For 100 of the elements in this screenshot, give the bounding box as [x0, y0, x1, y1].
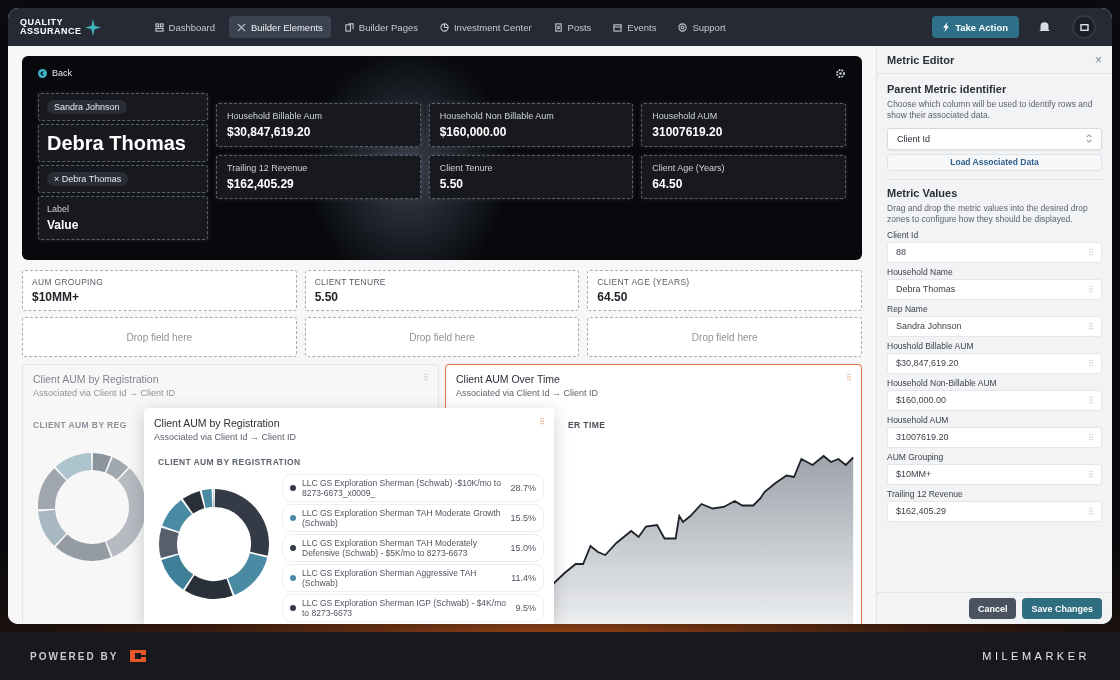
- metric-label: Trailing 12 Revenue: [227, 163, 309, 173]
- metric-label: Client Age (Years): [652, 163, 726, 173]
- legend-value: 15.0%: [510, 543, 536, 553]
- drag-handle-icon[interactable]: [847, 373, 851, 381]
- card-subtitle: Associated via Client Id → Client ID: [456, 388, 599, 398]
- summary-label: AUM GROUPING: [32, 277, 105, 287]
- summary-label: CLIENT AGE (YEARS): [597, 277, 691, 287]
- nav-tab[interactable]: Investment Center: [431, 16, 540, 38]
- legend-label: LLC GS Exploration Sherman (Schwab) -$10K/mo to 8273-6673_x0009_: [302, 477, 502, 499]
- summary-value: $10MM+: [32, 290, 81, 304]
- chevron-icon: [1086, 134, 1092, 144]
- legend-label: LLC GS Exploration Sherman Aggressive TAH (Schwab): [302, 567, 478, 589]
- card-title: Client AUM Over Time: [456, 373, 561, 385]
- field-label: Household Non-Billable AUM: [887, 377, 998, 388]
- field-label: Household AUM: [887, 414, 950, 425]
- cancel-button[interactable]: Cancel: [968, 598, 1017, 619]
- drop-zone-text: Drop field here: [126, 331, 193, 343]
- card-subtitle: Associated via Client Id → Client ID: [33, 388, 176, 398]
- card-title: Client AUM by Registration: [154, 417, 281, 429]
- star-logo-icon: [84, 18, 101, 36]
- section-label: ER TIME: [568, 420, 606, 430]
- section-heading: Metric Values: [887, 186, 959, 199]
- field-label: AUM Grouping: [887, 451, 945, 462]
- summary-value: 64.50: [597, 290, 629, 304]
- card-value: Value: [47, 218, 80, 232]
- nav-tab[interactable]: Support: [670, 16, 734, 38]
- settings-icon[interactable]: [835, 67, 846, 79]
- save-button[interactable]: Save Changes: [1022, 598, 1102, 619]
- metric-label: Client Tenure: [439, 163, 494, 173]
- brand-logo-text: QUALITY ASSURANCE: [20, 17, 82, 37]
- document-icon: [553, 22, 563, 32]
- drop-zone-text: Drop field here: [409, 331, 475, 343]
- summary-label: CLIENT TENURE: [314, 277, 387, 287]
- client-chip[interactable]: × Debra Thomas: [47, 172, 129, 186]
- card-label: Label: [47, 204, 71, 214]
- metric-value: 64.50: [652, 177, 684, 191]
- brand-wordmark: MILEMARKER: [982, 650, 1090, 662]
- pie-chart-icon: [439, 22, 449, 32]
- metric-value: $30,847,619.20: [227, 125, 312, 139]
- metric-value: $162,405.29: [227, 177, 295, 191]
- field-label: Client Id: [887, 229, 920, 240]
- legend-value: 28.7%: [510, 483, 536, 493]
- metric-value: 31007619.20: [652, 125, 724, 139]
- metric-label: Household Billable Aum: [227, 111, 324, 121]
- field-label: Rep Name: [887, 303, 929, 314]
- lightning-icon: [943, 22, 950, 32]
- section-heading: Parent Metric identifier: [887, 83, 1008, 95]
- field-label: Trailing 12 Revenue: [887, 488, 964, 499]
- metric-label: Household AUM: [652, 111, 719, 121]
- value-field[interactable]: Sandra Johnson: [887, 315, 1102, 337]
- powered-by-text: POWERED BY: [30, 650, 119, 662]
- close-button[interactable]: ×: [1095, 54, 1102, 66]
- legend-value: 15.5%: [510, 513, 536, 523]
- rep-chip: Sandra Johnson: [47, 100, 127, 114]
- value-field[interactable]: $30,847,619.20: [887, 352, 1102, 374]
- brand-logo-icon: [128, 648, 149, 664]
- load-data-button[interactable]: Load Associated Data: [887, 153, 1102, 171]
- drop-zone-text: Drop field here: [691, 331, 758, 343]
- metric-value: $160,000.00: [439, 125, 508, 139]
- avatar[interactable]: [1072, 15, 1096, 39]
- section-label: CLIENT AUM BY REG: [33, 420, 127, 430]
- lifebuoy-icon: [678, 22, 688, 32]
- panel-title: Metric Editor: [887, 54, 955, 66]
- card-subtitle: Associated via Client Id → Client ID: [154, 432, 297, 442]
- take-action-button[interactable]: Take Action: [932, 16, 1019, 38]
- value-field[interactable]: 31007619.20: [887, 426, 1102, 448]
- field-label: Household Name: [887, 266, 954, 277]
- legend-label: LLC GS Exploration Sherman TAH Moderately Defensive (Schwab) - $5K/mo to 8273-6673: [302, 537, 478, 559]
- pages-icon: [344, 22, 354, 32]
- field-label: Houshold Billable AUM: [887, 340, 975, 351]
- dragged-chart-card[interactable]: [144, 408, 554, 624]
- value-field[interactable]: 88: [887, 241, 1102, 263]
- section-label: CLIENT AUM BY REGISTRATION: [158, 457, 301, 467]
- value-field[interactable]: $162,405.29: [887, 500, 1102, 522]
- metric-value: 5.50: [439, 177, 464, 191]
- value-field[interactable]: $160,000.00: [887, 389, 1102, 411]
- section-description: Drag and drop the metric values into the desired drop zones to configure how they should be displayed.: [887, 202, 1089, 226]
- value-field[interactable]: Debra Thomas: [887, 278, 1102, 300]
- value-field[interactable]: $10MM+: [887, 463, 1102, 485]
- back-arrow-icon: [38, 68, 47, 78]
- legend-label: LLC GS Exploration Sherman TAH Moderate Growth (Schwab): [302, 507, 502, 529]
- back-button[interactable]: Back: [38, 68, 72, 78]
- legend-label: LLC GS Exploration Sherman IGP (Schwab) - $4K/mo to 8273-6673: [302, 597, 507, 619]
- drag-handle-icon[interactable]: [540, 417, 544, 425]
- grid-icon: [154, 22, 164, 32]
- client-name: Debra Thomas: [47, 131, 187, 155]
- avatar-icon: [1079, 23, 1089, 31]
- nav-tab[interactable]: Events: [605, 16, 665, 38]
- column-select[interactable]: Client Id: [887, 127, 1102, 150]
- summary-value: 5.50: [314, 290, 339, 304]
- metric-label: Household Non Billable Aum: [439, 111, 555, 121]
- bell-icon[interactable]: [1039, 21, 1050, 33]
- card-title: Client AUM by Registration: [33, 373, 160, 385]
- nav-tab[interactable]: Builder Elements: [229, 16, 331, 38]
- calendar-icon: [613, 22, 623, 32]
- nav-tab[interactable]: Posts: [545, 16, 600, 38]
- nav-tab[interactable]: Dashboard: [146, 16, 223, 38]
- legend-value: 9.5%: [515, 603, 536, 613]
- nav-tab[interactable]: Builder Pages: [336, 16, 426, 38]
- legend-value: 11.4%: [511, 573, 536, 583]
